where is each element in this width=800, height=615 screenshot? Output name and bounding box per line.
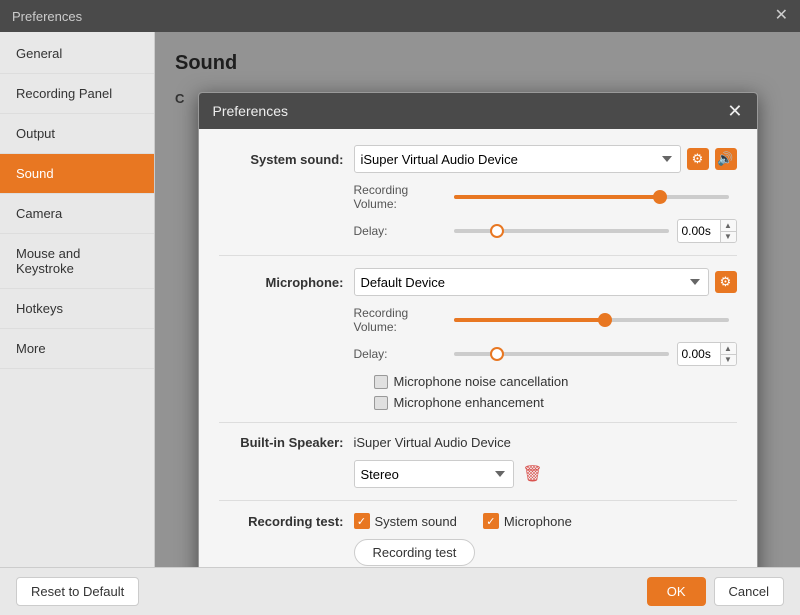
pref-title-bar: Preferences ✕ [199, 93, 757, 129]
cancel-button[interactable]: Cancel [714, 577, 784, 606]
mic-volume-thumb[interactable] [598, 313, 612, 327]
system-sound-label: System sound: [219, 152, 354, 167]
delete-icon[interactable]: 🗑 [522, 463, 544, 485]
mic-delay-track[interactable] [454, 352, 669, 356]
bottom-bar: Reset to Default OK Cancel [0, 567, 800, 615]
mic-delay-arrows: ▲ ▼ [720, 343, 736, 365]
content-area: General Recording Panel Output Sound Cam… [0, 32, 800, 567]
builtin-speaker-label: Built-in Speaker: [219, 435, 354, 450]
system-sound-select[interactable]: iSuper Virtual Audio Device [354, 145, 681, 173]
recording-test-label-row: Recording test: System sound Microphone [219, 513, 737, 529]
system-delay-input-wrap: ▲ ▼ [677, 219, 737, 243]
noise-cancellation-row: Microphone noise cancellation [219, 374, 737, 389]
preferences-dialog: Preferences ✕ System sound: iSuper Virtu… [198, 92, 758, 567]
microphone-select[interactable]: Default Device [354, 268, 709, 296]
pref-body: System sound: iSuper Virtual Audio Devic… [199, 129, 757, 567]
mic-enhancement-checkbox[interactable] [374, 396, 388, 410]
sidebar-item-general[interactable]: General [0, 32, 154, 74]
system-volume-fill [454, 195, 660, 199]
system-volume-thumb[interactable] [653, 190, 667, 204]
mic-enhancement-label: Microphone enhancement [394, 395, 544, 410]
ok-button[interactable]: OK [647, 577, 706, 606]
recording-test-button-row: Recording test [219, 539, 737, 566]
bottom-button-group: OK Cancel [647, 577, 784, 606]
sidebar-item-sound[interactable]: Sound [0, 154, 154, 194]
mic-volume-label: Recording Volume: [354, 306, 454, 334]
system-sound-speaker-icon[interactable]: 🔊 [715, 148, 737, 170]
mic-enhancement-row: Microphone enhancement [219, 395, 737, 410]
system-sound-dropdown-wrap: iSuper Virtual Audio Device ⚙ 🔊 [354, 145, 737, 173]
mic-volume-row: Recording Volume: [219, 306, 737, 334]
sidebar-item-camera[interactable]: Camera [0, 194, 154, 234]
noise-cancellation-checkbox[interactable] [374, 375, 388, 389]
mic-delay-label: Delay: [354, 347, 454, 361]
microphone-gear-icon[interactable]: ⚙ [715, 271, 737, 293]
system-sound-row: System sound: iSuper Virtual Audio Devic… [219, 145, 737, 173]
builtin-speaker-value: iSuper Virtual Audio Device [354, 435, 511, 450]
main-panel: Sound C Preferences ✕ System sound: [155, 32, 800, 567]
system-delay-input[interactable] [678, 224, 720, 238]
recording-test-button[interactable]: Recording test [354, 539, 476, 566]
mic-delay-input-wrap: ▲ ▼ [677, 342, 737, 366]
microphone-row: Microphone: Default Device ⚙ [219, 268, 737, 296]
system-delay-up[interactable]: ▲ [721, 220, 736, 232]
divider-3 [219, 500, 737, 501]
stereo-row: Stereo Mono 🗑 [219, 460, 737, 488]
system-delay-track[interactable] [454, 229, 669, 233]
mic-volume-track[interactable] [454, 318, 729, 322]
system-delay-label: Delay: [354, 224, 454, 238]
system-delay-thumb[interactable] [490, 224, 504, 238]
mic-volume-fill [454, 318, 605, 322]
mic-delay-up[interactable]: ▲ [721, 343, 736, 355]
main-title: Preferences [12, 9, 82, 24]
microphone-check-label[interactable]: Microphone [483, 513, 572, 529]
system-delay-row: Delay: ▲ ▼ [219, 219, 737, 243]
sidebar-item-more[interactable]: More [0, 329, 154, 369]
recording-test-label: Recording test: [219, 514, 354, 529]
system-volume-row: Recording Volume: [219, 183, 737, 211]
system-sound-checkbox[interactable] [354, 513, 370, 529]
sidebar: General Recording Panel Output Sound Cam… [0, 32, 155, 567]
system-sound-gear-icon[interactable]: ⚙ [687, 148, 709, 170]
mic-delay-input[interactable] [678, 347, 720, 361]
divider-1 [219, 255, 737, 256]
system-volume-label: Recording Volume: [354, 183, 454, 211]
mic-delay-thumb[interactable] [490, 347, 504, 361]
builtin-speaker-row: Built-in Speaker: iSuper Virtual Audio D… [219, 435, 737, 450]
sidebar-item-recording-panel[interactable]: Recording Panel [0, 74, 154, 114]
noise-cancellation-label: Microphone noise cancellation [394, 374, 569, 389]
modal-overlay: Preferences ✕ System sound: iSuper Virtu… [155, 32, 800, 567]
microphone-checkbox[interactable] [483, 513, 499, 529]
system-sound-check-text: System sound [375, 514, 457, 529]
mic-delay-row: Delay: ▲ ▼ [219, 342, 737, 366]
recording-test-checks: System sound Microphone [354, 513, 586, 529]
system-sound-check-label[interactable]: System sound [354, 513, 457, 529]
mic-delay-down[interactable]: ▼ [721, 355, 736, 366]
system-delay-down[interactable]: ▼ [721, 232, 736, 243]
divider-2 [219, 422, 737, 423]
pref-close-button[interactable]: ✕ [727, 102, 742, 120]
microphone-dropdown-wrap: Default Device ⚙ [354, 268, 737, 296]
system-volume-track[interactable] [454, 195, 729, 199]
system-delay-arrows: ▲ ▼ [720, 220, 736, 242]
stereo-select[interactable]: Stereo Mono [354, 460, 514, 488]
sidebar-item-mouse-keystroke[interactable]: Mouse and Keystroke [0, 234, 154, 289]
sidebar-item-output[interactable]: Output [0, 114, 154, 154]
main-close-button[interactable]: ✕ [775, 8, 788, 24]
sidebar-item-hotkeys[interactable]: Hotkeys [0, 289, 154, 329]
main-window: Preferences ✕ General Recording Panel Ou… [0, 0, 800, 615]
title-bar: Preferences ✕ [0, 0, 800, 32]
microphone-label: Microphone: [219, 275, 354, 290]
microphone-check-text: Microphone [504, 514, 572, 529]
reset-button[interactable]: Reset to Default [16, 577, 139, 606]
pref-dialog-title: Preferences [213, 103, 288, 119]
